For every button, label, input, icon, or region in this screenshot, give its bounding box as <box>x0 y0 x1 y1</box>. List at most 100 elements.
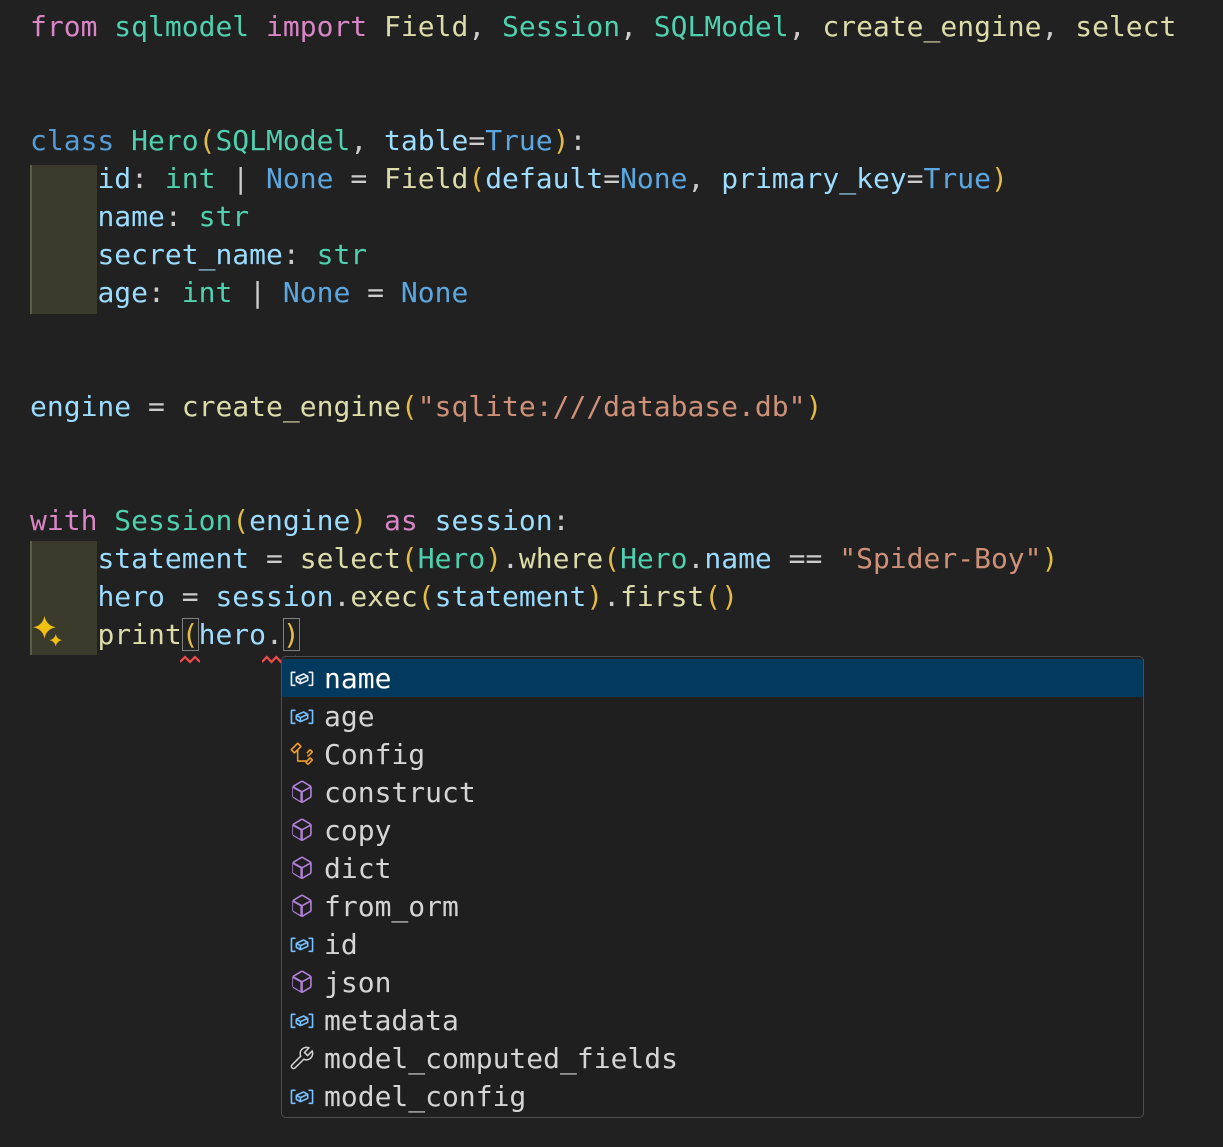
code-token: as <box>384 504 418 537</box>
code-token: engine <box>249 504 351 537</box>
code-line[interactable]: name: str <box>0 198 1223 236</box>
code-token: name <box>97 200 165 233</box>
suggest-item-label: age <box>324 699 375 733</box>
code-token: None <box>400 276 469 309</box>
symbol-method-icon <box>289 817 315 843</box>
code-token: session <box>434 504 553 537</box>
code-token: table <box>384 124 469 157</box>
code-line[interactable]: statement = select(Hero).where(Hero.name… <box>0 540 1223 578</box>
code-line[interactable]: secret_name: str <box>0 236 1223 274</box>
symbol-method-icon <box>289 969 315 995</box>
suggest-item-json[interactable]: json <box>282 963 1143 1001</box>
code-token: , <box>620 10 654 43</box>
suggest-item-copy[interactable]: copy <box>282 811 1143 849</box>
code-token: "Spider-Boy" <box>839 542 1042 575</box>
code-token: = <box>249 542 300 575</box>
suggest-item-label: from_orm <box>324 889 459 923</box>
code-token: create_engine <box>822 10 1042 43</box>
code-token: == <box>771 542 840 575</box>
copilot-sparkle-icon[interactable] <box>31 613 64 653</box>
code-token: = <box>164 580 216 613</box>
code-token: Field <box>384 162 469 195</box>
code-token: str <box>316 238 368 271</box>
code-line[interactable] <box>0 426 1223 464</box>
code-token: ) <box>586 580 604 613</box>
code-token: ( <box>400 390 418 423</box>
code-token: = <box>468 124 486 157</box>
code-token: create_engine <box>181 390 401 423</box>
code-token: ( <box>603 542 621 575</box>
code-token: name <box>704 542 772 575</box>
symbol-variable-icon <box>289 931 315 957</box>
code-token: | <box>232 276 283 309</box>
suggest-item-dict[interactable]: dict <box>282 849 1143 887</box>
code-token: Session <box>502 10 621 43</box>
suggest-item-model_computed_fields[interactable]: model_computed_fields <box>282 1039 1143 1077</box>
code-token: , <box>788 10 823 43</box>
code-token: with <box>30 504 98 537</box>
code-line[interactable]: engine = create_engine("sqlite:///databa… <box>0 388 1223 426</box>
code-token: str <box>198 200 250 233</box>
code-token: ( <box>400 542 418 575</box>
code-line[interactable]: hero = session.exec(statement).first() <box>0 578 1223 616</box>
code-line[interactable] <box>0 312 1223 350</box>
code-token: import <box>266 10 368 43</box>
code-token: ) <box>485 542 503 575</box>
code-token: ) <box>552 124 570 157</box>
code-token: : <box>148 276 182 309</box>
suggest-item-Config[interactable]: Config <box>282 735 1143 773</box>
symbol-property-icon <box>289 1045 315 1071</box>
suggest-item-from_orm[interactable]: from_orm <box>282 887 1143 925</box>
code-line[interactable]: from sqlmodel import Field, Session, SQL… <box>0 8 1223 46</box>
code-token: secret_name <box>97 238 283 271</box>
code-token: session <box>215 580 334 613</box>
code-line[interactable]: class Hero(SQLModel, table=True): <box>0 122 1223 160</box>
code-line[interactable]: age: int | None = None <box>0 274 1223 312</box>
code-token: None <box>282 276 351 309</box>
code-token: first <box>620 580 705 613</box>
code-token: = <box>350 276 401 309</box>
code-token: int <box>181 276 233 309</box>
suggest-item-label: json <box>324 965 392 999</box>
code-token: statement <box>97 542 250 575</box>
code-token: exec <box>350 580 418 613</box>
code-line[interactable]: with Session(engine) as session: <box>0 502 1223 540</box>
code-token: SQLModel <box>215 124 351 157</box>
code-token: SQLModel <box>653 10 789 43</box>
suggest-item-age[interactable]: age <box>282 697 1143 735</box>
code-line[interactable] <box>0 84 1223 122</box>
suggest-item-model_config[interactable]: model_config <box>282 1077 1143 1115</box>
code-line[interactable]: id: int | None = Field(default=None, pri… <box>0 160 1223 198</box>
suggest-item-name[interactable]: name <box>282 659 1143 697</box>
suggest-item-label: metadata <box>324 1003 459 1037</box>
suggest-item-label: dict <box>324 851 392 885</box>
code-token: , <box>350 124 385 157</box>
suggest-item-id[interactable]: id <box>282 925 1143 963</box>
suggest-item-metadata[interactable]: metadata <box>282 1001 1143 1039</box>
symbol-variable-icon <box>289 665 315 691</box>
code-token: ) <box>350 504 368 537</box>
code-token: age <box>97 276 149 309</box>
code-token: = <box>906 162 924 195</box>
code-token: : <box>282 238 317 271</box>
code-token: = <box>603 162 621 195</box>
code-token: select <box>1075 10 1177 43</box>
code-token: hero <box>97 580 165 613</box>
code-token: ( <box>468 162 486 195</box>
code-line[interactable] <box>0 350 1223 388</box>
suggest-item-construct[interactable]: construct <box>282 773 1143 811</box>
code-line[interactable] <box>0 46 1223 84</box>
code-token: print <box>97 618 182 651</box>
suggest-widget: name age Config construct copy dict from_ormid… <box>281 656 1144 1118</box>
code-token: True <box>485 124 553 157</box>
suggest-item-label: id <box>324 927 358 961</box>
code-line[interactable] <box>0 464 1223 502</box>
code-token: . <box>687 542 705 575</box>
code-token: , <box>687 162 722 195</box>
